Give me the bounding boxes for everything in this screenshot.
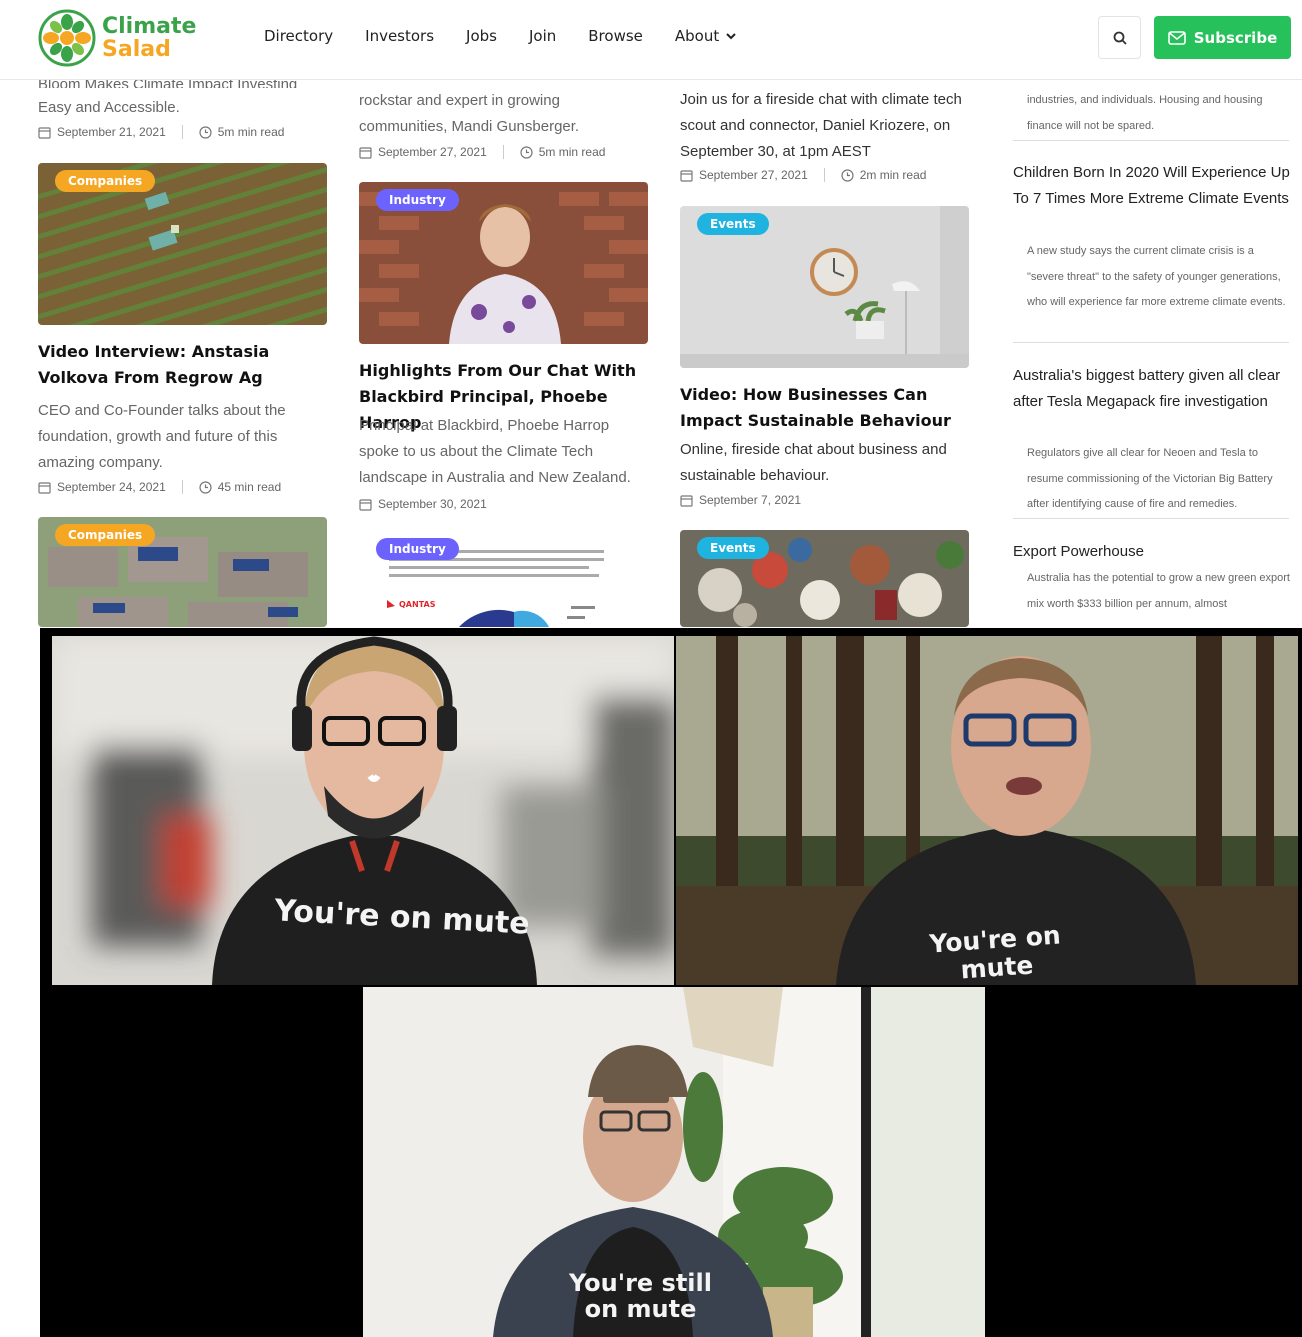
qantas-report-image[interactable]: Industry QANTAS xyxy=(359,530,648,627)
regrow-farm-image[interactable]: Companies xyxy=(38,163,327,325)
badge-companies[interactable]: Companies xyxy=(55,524,156,546)
col1-top-meta: September 21, 2021 5m min read xyxy=(38,125,284,139)
sidebar-divider xyxy=(1013,342,1289,343)
salad-logo-icon xyxy=(38,9,96,67)
calendar-icon xyxy=(680,494,693,507)
site-logo[interactable]: Climate Salad xyxy=(38,9,196,67)
sidebar-divider xyxy=(1013,518,1289,519)
shirt-text-3: You're still on mute xyxy=(563,1270,718,1323)
clock-icon xyxy=(841,168,854,182)
calendar-icon xyxy=(359,146,372,159)
participant-tile-3[interactable]: You're still on mute xyxy=(363,987,985,1337)
col3-top-read: 2m min read xyxy=(859,168,927,182)
clock-icon xyxy=(199,125,212,139)
nav-browse[interactable]: Browse xyxy=(588,27,643,45)
logo-line-2: Salad xyxy=(102,37,171,62)
logo-line-1: Climate xyxy=(102,14,197,39)
search-icon xyxy=(1113,31,1127,45)
mail-icon xyxy=(1167,30,1186,45)
subscribe-button[interactable]: Subscribe xyxy=(1154,16,1291,59)
nav-about-label: About xyxy=(674,27,720,45)
shirt-text-3-line1: You're still xyxy=(568,1269,712,1297)
col2-top-meta: September 27, 2021 5m min read xyxy=(359,145,605,159)
col2-top-date: September 27, 2021 xyxy=(378,145,487,159)
col3-top-excerpt: Join us for a fireside chat with climate… xyxy=(680,91,962,160)
col1-top-read: 5m min read xyxy=(217,125,285,139)
main-nav: Directory Investors Jobs Join Browse Abo… xyxy=(264,27,737,45)
col1-card1-title[interactable]: Video Interview: Anstasia Volkova From R… xyxy=(38,339,328,391)
participant-tile-2[interactable]: You're on mute xyxy=(676,636,1298,985)
badge-industry[interactable]: Industry xyxy=(376,189,459,211)
subscribe-label: Subscribe xyxy=(1193,28,1278,47)
calendar-icon xyxy=(359,498,372,511)
col1-top-excerpt: Easy and Accessible. xyxy=(38,99,180,116)
col2-top-read: 5m min read xyxy=(538,145,606,159)
video-call-overlay[interactable]: You're on mute You're on mute You're sti… xyxy=(40,628,1302,1337)
calendar-icon xyxy=(38,481,51,494)
phoebe-harrop-image[interactable]: Industry xyxy=(359,182,648,344)
col3-card1-title[interactable]: Video: How Businesses Can Impact Sustain… xyxy=(680,382,970,434)
sidebar-item-4-text: Australia has the potential to grow a ne… xyxy=(1027,572,1290,610)
site-header: Climate Salad Directory Investors Jobs J… xyxy=(0,0,1302,80)
sidebar-item-2-title[interactable]: Children Born In 2020 Will Experience Up… xyxy=(1013,160,1293,212)
col1-card1-meta: September 24, 2021 45 min read xyxy=(38,480,281,494)
col1-card1-excerpt: CEO and Co-Founder talks about the found… xyxy=(38,402,286,471)
col3-top-date: September 27, 2021 xyxy=(699,168,808,182)
search-button[interactable] xyxy=(1098,16,1141,59)
col2-top-excerpt: rockstar and expert in growing communiti… xyxy=(359,92,580,135)
col2-card1-excerpt: Principal at Blackbird, Phoebe Harrop sp… xyxy=(359,417,631,486)
shirt-text-3-line2: on mute xyxy=(584,1295,697,1324)
col2-card1-date: September 30, 2021 xyxy=(378,497,487,511)
chevron-down-icon xyxy=(726,33,736,40)
col1-card1-date: September 24, 2021 xyxy=(57,480,166,494)
sidebar-item-3-title[interactable]: Australia's biggest battery given all cl… xyxy=(1013,363,1293,415)
badge-industry[interactable]: Industry xyxy=(376,538,459,560)
calendar-icon xyxy=(680,169,693,182)
badge-events[interactable]: Events xyxy=(697,213,769,235)
badge-companies[interactable]: Companies xyxy=(55,170,156,192)
col1-card1-read: 45 min read xyxy=(217,480,282,494)
nav-jobs[interactable]: Jobs xyxy=(466,27,497,45)
col2-card1-meta: September 30, 2021 xyxy=(359,497,487,511)
participant-tile-1[interactable]: You're on mute xyxy=(52,636,674,985)
waste-cups-image[interactable]: Events xyxy=(680,530,969,627)
nav-about[interactable]: About xyxy=(675,27,737,45)
nav-directory[interactable]: Directory xyxy=(264,27,333,45)
calendar-icon xyxy=(38,126,51,139)
col1-top-date: September 21, 2021 xyxy=(57,125,166,139)
nav-join[interactable]: Join xyxy=(529,27,556,45)
sidebar-item-3-text: Regulators give all clear for Neoen and … xyxy=(1027,447,1273,511)
col3-top-meta: September 27, 2021 2m min read xyxy=(680,168,926,182)
sidebar-divider xyxy=(1013,140,1289,141)
col3-card1-date: September 7, 2021 xyxy=(699,493,802,507)
col3-card1-excerpt: Online, fireside chat about business and… xyxy=(680,441,947,484)
clock-plant-image[interactable]: Events xyxy=(680,206,969,368)
nav-investors[interactable]: Investors xyxy=(365,27,434,45)
sidebar-item-2-text: A new study says the current climate cri… xyxy=(1027,245,1286,309)
sidebar-item-1-text: industries, and individuals. Housing and… xyxy=(1027,94,1263,132)
col3-card1-meta: September 7, 2021 xyxy=(680,493,801,507)
sidebar-item-4-title[interactable]: Export Powerhouse xyxy=(1013,539,1293,565)
clock-icon xyxy=(199,480,212,494)
badge-events[interactable]: Events xyxy=(697,537,769,559)
solar-houses-image[interactable]: Companies xyxy=(38,517,327,627)
clock-icon xyxy=(520,145,533,159)
qantas-logo-text: QANTAS xyxy=(399,600,436,609)
